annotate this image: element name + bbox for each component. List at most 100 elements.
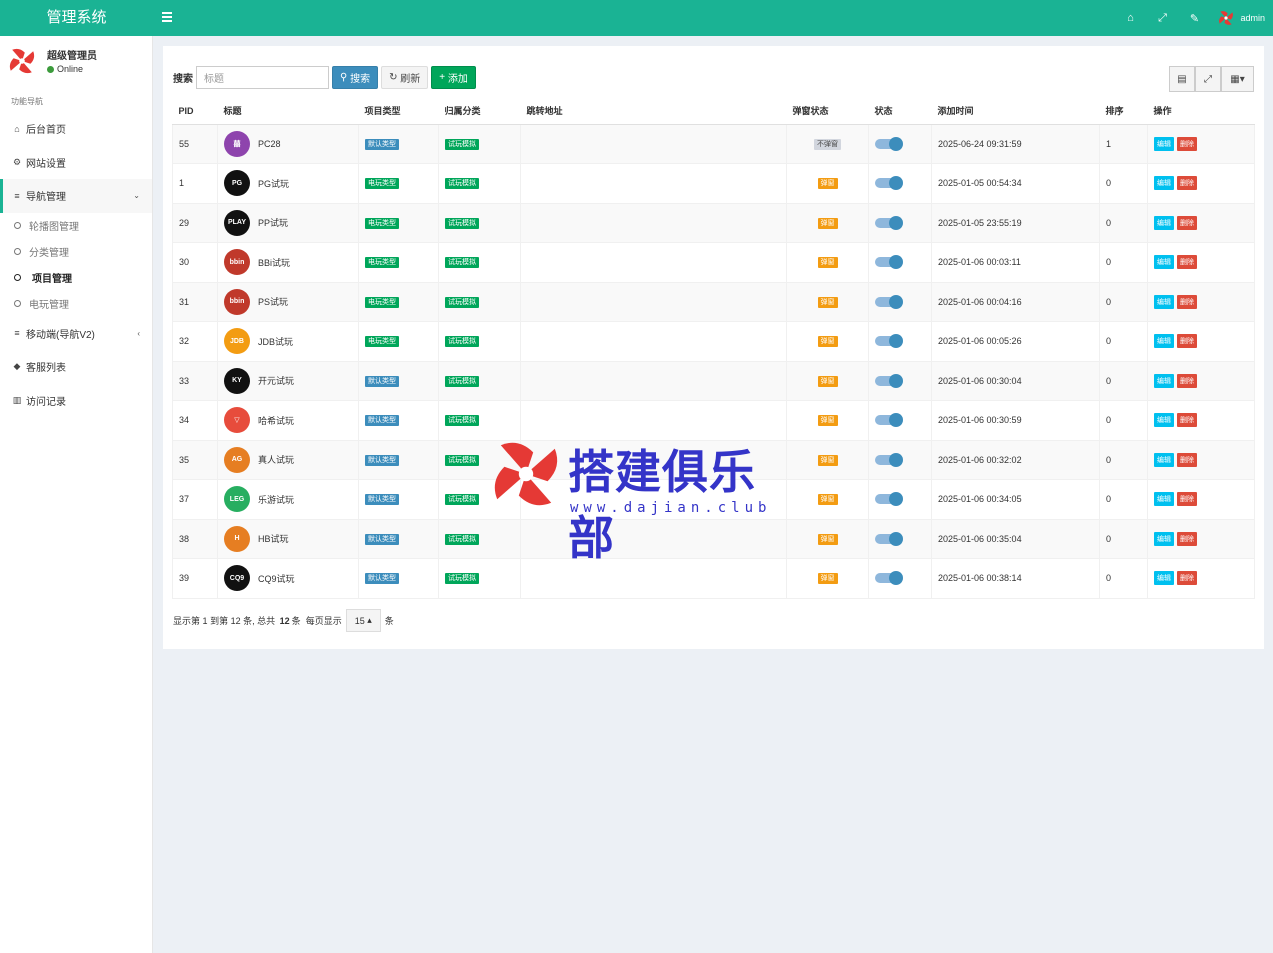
sidebar-subitem-projects[interactable]: 项目管理 (0, 265, 152, 291)
edit-button[interactable]: 编辑 (1154, 492, 1174, 507)
popup-badge: 弹窗 (817, 494, 838, 506)
fullscreen-icon[interactable]: ⤢ (1146, 0, 1178, 36)
cell-sort: 0 (1099, 321, 1148, 362)
cell-title: PLAY PP试玩 (217, 203, 359, 243)
sidebar-toggle-icon[interactable] (162, 12, 172, 24)
type-badge: 电玩类型 (365, 217, 399, 229)
status-toggle[interactable] (875, 492, 903, 507)
sidebar-subitem-games[interactable]: 电玩管理 (0, 291, 152, 317)
sidebar-item-home[interactable]: ⌂ 后台首页 (0, 112, 152, 146)
cell-pid: 33 (172, 361, 218, 401)
status-toggle[interactable] (875, 413, 903, 428)
edit-button[interactable]: 编辑 (1154, 531, 1174, 546)
delete-button[interactable]: 删除 (1177, 255, 1197, 270)
app-title[interactable]: 管理系统 (0, 0, 153, 36)
table-tools: ▤ ⤢ ▦▾ (1169, 66, 1254, 92)
delete-button[interactable]: 删除 (1177, 294, 1197, 309)
cell-status (868, 400, 932, 441)
popup-badge: 弹窗 (817, 217, 838, 229)
edit-button[interactable]: 编辑 (1154, 452, 1174, 467)
status-toggle[interactable] (875, 334, 903, 349)
sidebar-item-label: 访问记录 (26, 396, 66, 408)
sidebar-subitem-carousel[interactable]: 轮播图管理 (0, 213, 152, 239)
cell-actions: 编辑 删除 (1147, 479, 1255, 520)
delete-button[interactable]: 删除 (1177, 492, 1197, 507)
sidebar-item-settings[interactable]: ⚙ 网站设置 (0, 146, 152, 180)
delete-button[interactable]: 删除 (1177, 373, 1197, 388)
status-toggle[interactable] (875, 531, 903, 546)
add-button[interactable]: + 添加 (431, 66, 476, 89)
edit-button[interactable]: 编辑 (1154, 176, 1174, 191)
cell-popup: 弹窗 (786, 163, 869, 204)
status-toggle[interactable] (875, 255, 903, 270)
cell-url (520, 282, 787, 322)
edit-button[interactable]: 编辑 (1154, 373, 1174, 388)
edit-button[interactable]: 编辑 (1154, 413, 1174, 428)
cell-status (868, 361, 932, 401)
cell-actions: 编辑 删除 (1147, 321, 1255, 362)
wrench-icon[interactable]: ✎ (1178, 0, 1210, 36)
status-toggle[interactable] (875, 294, 903, 309)
refresh-button[interactable]: ↻ 刷新 (381, 66, 429, 89)
cell-status (868, 321, 932, 362)
column-header[interactable]: 归属分类 (438, 98, 521, 125)
status-toggle[interactable] (875, 373, 903, 388)
cell-popup: 弹窗 (786, 203, 869, 243)
project-logo-icon: 囍 (224, 130, 250, 157)
status-toggle[interactable] (875, 176, 903, 191)
delete-button[interactable]: 删除 (1177, 215, 1197, 230)
circle-icon (14, 300, 21, 307)
edit-button[interactable]: 编辑 (1154, 136, 1174, 151)
delete-button[interactable]: 删除 (1177, 571, 1197, 586)
user-menu[interactable]: admin (1210, 0, 1265, 36)
search-button[interactable]: ⚲ 搜索 (332, 66, 379, 89)
edit-button[interactable]: 编辑 (1154, 334, 1174, 349)
edit-button[interactable]: 编辑 (1154, 571, 1174, 586)
edit-button[interactable]: 编辑 (1154, 255, 1174, 270)
cell-time: 2025-01-06 00:04:16 (931, 282, 1100, 322)
delete-button[interactable]: 删除 (1177, 413, 1197, 428)
column-header[interactable]: 项目类型 (358, 98, 439, 125)
type-badge: 默认类型 (365, 375, 399, 387)
toggle-view-icon[interactable]: ▤ (1169, 66, 1195, 92)
delete-button[interactable]: 删除 (1177, 452, 1197, 467)
edit-button[interactable]: 编辑 (1154, 294, 1174, 309)
type-badge: 默认类型 (365, 454, 399, 466)
sidebar-item-mobile[interactable]: ≡ 移动端(导航V2) ‹ (0, 317, 152, 351)
column-header[interactable]: 添加时间 (931, 98, 1100, 125)
status-toggle[interactable] (875, 571, 903, 586)
delete-button[interactable]: 删除 (1177, 334, 1197, 349)
sidebar-item-service[interactable]: ◆ 客服列表 (0, 350, 152, 384)
cell-type: 默认类型 (358, 124, 439, 164)
cell-status (868, 203, 932, 243)
column-header[interactable]: 弹窗状态 (786, 98, 869, 125)
columns-icon[interactable]: ▦▾ (1221, 66, 1254, 92)
page-size-select[interactable]: 15 ▴ (345, 609, 381, 632)
search-input[interactable] (196, 66, 329, 89)
sidebar-item-logs[interactable]: ▥ 访问记录 (0, 384, 152, 418)
column-header[interactable]: 标题 (217, 98, 359, 125)
edit-button[interactable]: 编辑 (1154, 215, 1174, 230)
column-header[interactable]: 状态 (868, 98, 932, 125)
cell-title: bbin BBi试玩 (217, 242, 359, 283)
status-toggle[interactable] (875, 215, 903, 230)
category-badge: 试玩模拟 (445, 178, 479, 190)
fullscreen-icon[interactable]: ⤢ (1195, 66, 1221, 92)
column-header[interactable]: 跳转地址 (520, 98, 787, 125)
category-badge: 试玩模拟 (445, 296, 479, 308)
status-toggle[interactable] (875, 452, 903, 467)
delete-button[interactable]: 删除 (1177, 531, 1197, 546)
delete-button[interactable]: 删除 (1177, 176, 1197, 191)
sidebar-subitem-category[interactable]: 分类管理 (0, 239, 152, 265)
column-header[interactable]: PID (172, 98, 218, 125)
popup-badge: 弹窗 (817, 375, 838, 387)
delete-button[interactable]: 删除 (1177, 136, 1197, 151)
cell-pid: 30 (172, 242, 218, 283)
column-header[interactable]: 排序 (1099, 98, 1148, 125)
type-badge: 默认类型 (365, 573, 399, 585)
status-toggle[interactable] (875, 136, 903, 151)
cell-sort: 0 (1099, 203, 1148, 243)
home-icon[interactable]: ⌂ (1114, 0, 1146, 36)
cell-title: H HB试玩 (217, 519, 359, 559)
sidebar-item-nav[interactable]: ≡ 导航管理 ⌄ (0, 179, 152, 213)
